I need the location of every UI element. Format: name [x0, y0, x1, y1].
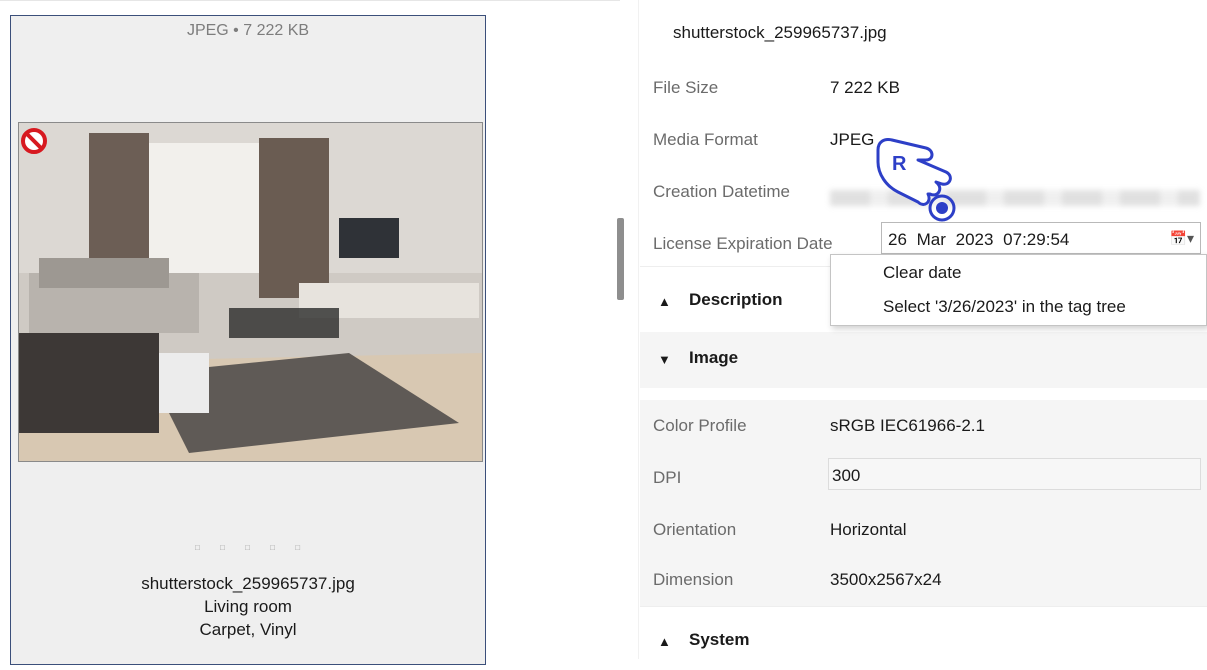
- description-section-title: Description: [689, 290, 783, 309]
- thumbnail-format-size: JPEG • 7 222 KB: [186, 22, 310, 39]
- system-section-title: System: [689, 630, 750, 649]
- file-size-row: File Size 7 222 KB: [640, 62, 1207, 112]
- dimension-row: Dimension 3500x2567x24: [640, 554, 1207, 606]
- image-section-header[interactable]: ▼ Image: [640, 332, 1207, 388]
- media-format-label: Media Format: [653, 130, 758, 149]
- file-size-value: 7 222 KB: [830, 78, 900, 97]
- properties-panel: shutterstock_259965737.jpg File Size 7 2…: [640, 0, 1207, 659]
- creation-datetime-label: Creation Datetime: [653, 182, 791, 201]
- separator: [640, 606, 1207, 607]
- dpi-row: DPI 300: [640, 450, 1207, 502]
- color-profile-row: Color Profile sRGB IEC61966-2.1: [640, 400, 1207, 450]
- dpi-value: 300: [832, 466, 861, 485]
- restricted-icon: [21, 128, 47, 154]
- thumbnail-filename: shutterstock_259965737.jpg: [141, 574, 355, 593]
- calendar-dropdown-icon[interactable]: 📅▾: [1170, 230, 1194, 247]
- dimension-label: Dimension: [653, 570, 734, 589]
- panel-splitter[interactable]: [617, 218, 624, 300]
- thumbnail-category: Living room: [204, 597, 292, 616]
- dimension-value: 3500x2567x24: [830, 570, 942, 589]
- color-profile-label: Color Profile: [653, 416, 747, 435]
- date-context-menu: Clear date Select '3/26/2023' in the tag…: [830, 254, 1207, 326]
- license-expiration-label: License Expiration Date: [653, 234, 833, 253]
- chevron-up-icon: ▲: [658, 634, 671, 649]
- license-expiration-value[interactable]: 26 Mar 2023 07:29:54: [888, 230, 1069, 250]
- select-in-tag-tree-menu-item[interactable]: Select '3/26/2023' in the tag tree: [883, 297, 1126, 317]
- thumbnail-tags: Carpet, Vinyl: [199, 620, 297, 639]
- top-divider: [0, 0, 620, 1]
- file-name: shutterstock_259965737.jpg: [673, 23, 887, 42]
- asset-thumbnail-card[interactable]: JPEG • 7 222 KB □ □ □ □ □ shutterstock_2…: [10, 15, 486, 665]
- pointer-badge: R: [892, 153, 907, 175]
- right-click-pointer-icon: R: [876, 138, 956, 222]
- rating-dots[interactable]: □ □ □ □ □: [11, 543, 485, 552]
- image-section-title: Image: [689, 348, 739, 367]
- orientation-row: Orientation Horizontal: [640, 502, 1207, 554]
- orientation-value: Horizontal: [830, 520, 907, 539]
- thumbnail-image[interactable]: [18, 122, 483, 462]
- panel-divider: [638, 0, 639, 659]
- dpi-field[interactable]: 300: [828, 458, 1201, 490]
- chevron-down-icon: ▼: [658, 352, 671, 367]
- chevron-up-icon: ▲: [658, 294, 671, 309]
- dpi-label: DPI: [653, 468, 682, 487]
- system-section-header[interactable]: ▲ System: [640, 614, 1207, 670]
- orientation-label: Orientation: [653, 520, 737, 539]
- clear-date-menu-item[interactable]: Clear date: [883, 263, 961, 283]
- color-profile-value: sRGB IEC61966-2.1: [830, 416, 985, 435]
- file-size-label: File Size: [653, 78, 719, 97]
